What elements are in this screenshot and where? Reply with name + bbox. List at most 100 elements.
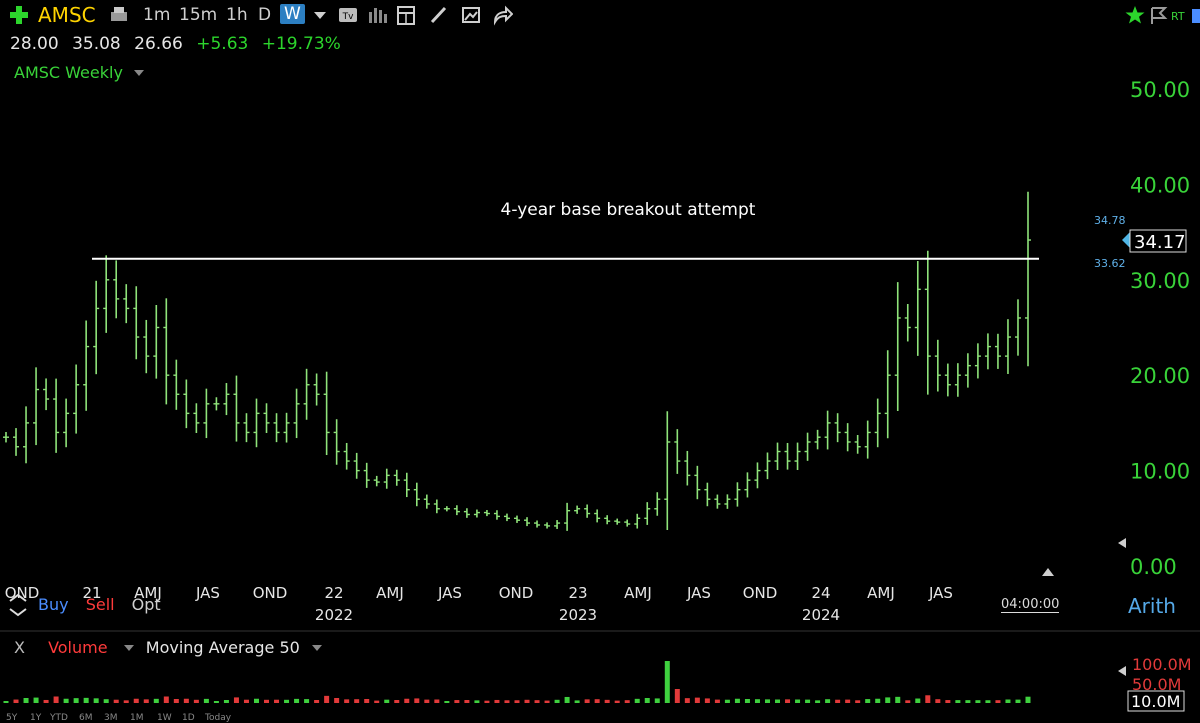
volume-bar (93, 698, 99, 703)
chevron-down-icon[interactable] (311, 643, 323, 653)
range-button-3m[interactable]: 3M (104, 713, 118, 723)
price-bar (433, 499, 440, 514)
moving-average-label[interactable]: Moving Average 50 (146, 638, 300, 657)
volume-bar (694, 697, 700, 703)
price-bars (3, 191, 1031, 531)
volume-bar (113, 699, 119, 703)
range-button-today[interactable]: Today (205, 713, 231, 723)
price-bar (153, 304, 160, 379)
volume-bar (885, 697, 891, 703)
volume-bar (213, 701, 219, 703)
price-bar (934, 339, 941, 392)
x-tick-label: JAS (928, 584, 953, 602)
price-bar (694, 465, 701, 500)
price-bar (624, 519, 631, 527)
price-bar (193, 403, 200, 433)
scale-mode-button[interactable]: Arith (1128, 594, 1176, 618)
volume-bar (504, 700, 510, 703)
price-bar (944, 363, 951, 397)
volume-bar (404, 698, 410, 703)
price-bar (413, 482, 420, 507)
volume-bar (634, 698, 640, 703)
sell-button[interactable]: Sell (86, 595, 115, 614)
price-bar (844, 423, 851, 452)
volume-bar (63, 698, 69, 703)
x-tick-label: JAS (195, 584, 220, 602)
volume-bar (865, 699, 871, 703)
price-bar (674, 429, 681, 474)
volume-bar (1025, 696, 1031, 703)
range-button-1d[interactable]: 1D (182, 713, 195, 723)
volume-bar (955, 700, 961, 703)
price-bar (784, 442, 791, 470)
price-bar (644, 502, 651, 525)
volume-bar (424, 699, 430, 703)
volume-bar (845, 699, 851, 703)
volume-bar (83, 697, 89, 703)
price-tag-marker-icon (1122, 232, 1130, 248)
volume-bar (624, 700, 630, 703)
close-pane-button[interactable]: X (14, 638, 25, 657)
volume-bar (594, 699, 600, 703)
volume-title[interactable]: Volume (48, 638, 108, 657)
volume-bar (143, 699, 149, 703)
volume-bar (574, 700, 580, 703)
price-tag-low: 33.62 (1094, 257, 1126, 270)
range-button-5y[interactable]: 5Y (6, 713, 17, 723)
range-button-ytd[interactable]: YTD (50, 713, 68, 723)
x-tick-label: JAS (686, 584, 711, 602)
volume-scroll-icon[interactable] (1118, 666, 1126, 676)
volume-bar (764, 699, 770, 703)
price-bar (133, 286, 140, 360)
x-tick-label: OND (499, 584, 534, 602)
price-bar (704, 482, 711, 507)
price-bar (604, 515, 611, 525)
drag-handle-icon[interactable] (6, 593, 30, 617)
price-bar (744, 472, 751, 498)
y-tick-label: 20.00 (1130, 364, 1190, 388)
collapse-up-icon[interactable] (1042, 568, 1054, 576)
volume-bar (935, 699, 941, 703)
price-bar (233, 375, 240, 442)
volume-bar (123, 700, 129, 703)
x-tick-label: AMJ (376, 584, 404, 602)
range-button-6m[interactable]: 6M (79, 713, 93, 723)
price-bar (534, 520, 541, 528)
volume-bar (895, 696, 901, 703)
volume-bar (965, 700, 971, 703)
price-bar (23, 406, 30, 464)
scroll-left-icon[interactable] (1118, 538, 1126, 548)
year-label: 2022 (315, 606, 353, 624)
range-button-1w[interactable]: 1W (157, 713, 172, 723)
x-tick-label: AMJ (624, 584, 652, 602)
price-bar (13, 428, 20, 456)
chevron-down-icon[interactable] (123, 643, 135, 653)
buy-button[interactable]: Buy (38, 595, 69, 614)
price-bar (63, 398, 70, 448)
price-bar (544, 522, 551, 529)
volume-bar (223, 700, 229, 703)
price-bar (874, 398, 881, 448)
price-bar (393, 469, 400, 486)
options-button[interactable]: Opt (132, 595, 161, 614)
price-bar (714, 494, 721, 509)
volume-bar (714, 699, 720, 703)
price-bar (43, 378, 50, 411)
volume-axis-10m: 10.0M (1131, 692, 1180, 711)
price-bar (303, 368, 310, 420)
price-bar (774, 442, 781, 470)
range-button-1y[interactable]: 1Y (30, 713, 41, 723)
volume-bar (524, 699, 530, 703)
volume-bar (284, 699, 290, 703)
price-bar (323, 371, 330, 456)
range-button-1m[interactable]: 1M (130, 713, 144, 723)
price-bar (754, 462, 761, 489)
volume-bar (1005, 699, 1011, 703)
price-bar (83, 320, 90, 411)
volume-bar (975, 700, 981, 703)
annotation-text: 4-year base breakout attempt (501, 200, 756, 220)
volume-bar (444, 701, 450, 703)
price-bar (163, 298, 170, 405)
volume-bar (744, 699, 750, 703)
price-chart[interactable]: 50.0040.0030.0020.0010.000.00 OND 21 AMJ JA… (0, 0, 1200, 723)
